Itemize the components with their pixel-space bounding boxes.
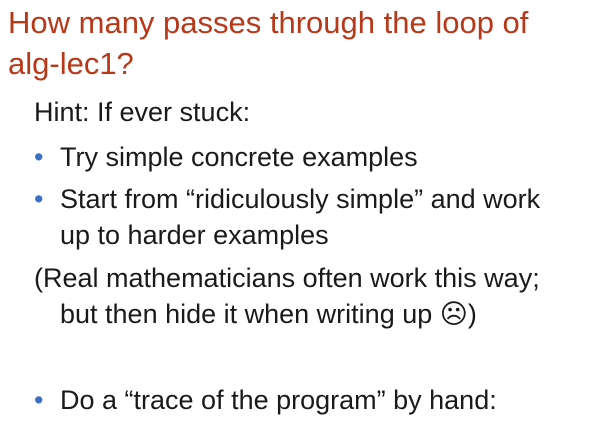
- bullet-item-2-line-1: Start from “ridiculously simple” and wor…: [60, 184, 541, 214]
- bullet-1: •: [34, 142, 44, 172]
- bullet-2: •: [34, 184, 44, 214]
- bullet-item-3: Do a “trace of the program” by hand:: [60, 385, 497, 415]
- title-line-1: How many passes through the loop of: [8, 5, 529, 40]
- title-line-2: alg-lec1?: [8, 46, 134, 81]
- bullet-item-1: Try simple concrete examples: [60, 142, 418, 172]
- bullet-3: •: [34, 385, 44, 415]
- note-line-2: but then hide it when writing up ☹): [60, 299, 477, 329]
- note-line-1: (Real mathematicians often work this way…: [34, 263, 540, 293]
- hint-text: Hint: If ever stuck:: [34, 97, 251, 127]
- slide: How many passes through the loop of alg-…: [0, 0, 610, 421]
- slide-title: How many passes through the loop of alg-…: [8, 2, 604, 84]
- bullet-item-2-line-2: up to harder examples: [60, 220, 329, 250]
